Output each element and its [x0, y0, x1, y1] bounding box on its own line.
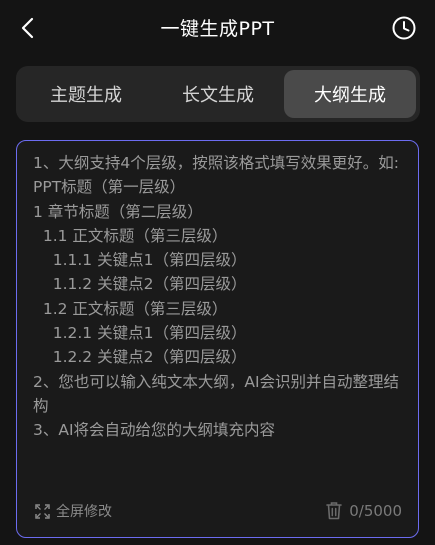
header: 一键生成PPT [0, 0, 435, 56]
page-title: 一键生成PPT [160, 18, 275, 40]
trash-icon [326, 502, 343, 520]
outline-placeholder[interactable]: 1、大纲支持4个层级，按照该格式填写效果更好。如: PPT标题（第一层级） 1 … [33, 151, 402, 443]
tab-topic[interactable]: 主题生成 [20, 70, 152, 118]
expand-icon [35, 503, 50, 519]
tab-long-text[interactable]: 长文生成 [152, 70, 284, 118]
char-counter-group: 0/5000 [325, 501, 402, 520]
editor-footer: 全屏修改 0/5000 [17, 499, 418, 525]
history-button[interactable] [389, 13, 419, 43]
clear-button[interactable] [325, 501, 343, 520]
fullscreen-edit-label: 全屏修改 [56, 504, 112, 520]
clock-icon [392, 16, 416, 40]
outline-editor[interactable]: 1、大纲支持4个层级，按照该格式填写效果更好。如: PPT标题（第一层级） 1 … [16, 140, 419, 538]
mode-tabs: 主题生成 长文生成 大纲生成 [16, 66, 420, 122]
char-count: 0/5000 [349, 501, 402, 520]
tab-outline[interactable]: 大纲生成 [284, 70, 416, 118]
ppt-generator-screen: 一键生成PPT 主题生成 长文生成 大纲生成 1、大纲支持4个层级，按照该格式填… [0, 0, 435, 545]
fullscreen-edit-button[interactable]: 全屏修改 [35, 501, 112, 521]
